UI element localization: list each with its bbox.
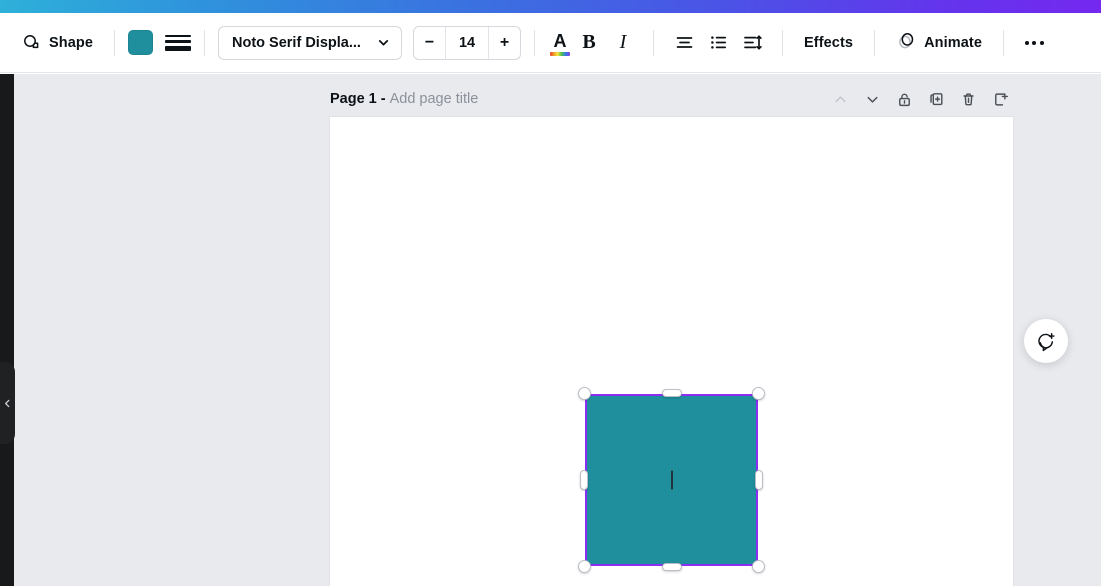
chevron-left-icon (5, 399, 10, 407)
shape-button-label: Shape (49, 34, 94, 51)
animate-button[interactable]: Animate (888, 26, 990, 60)
italic-button[interactable]: I (606, 26, 640, 60)
animate-button-label: Animate (924, 34, 982, 51)
page-title-area[interactable]: Page 1 - Add page title (330, 91, 478, 107)
page-number-label: Page 1 (330, 91, 377, 107)
effects-button-label: Effects (804, 34, 854, 51)
text-color-letter: A (553, 30, 567, 51)
toolbar-divider-6 (874, 29, 876, 56)
page-title-input[interactable]: Add page title (390, 91, 479, 107)
toolbar-divider-7 (1003, 29, 1004, 56)
resize-handle-bottom-right[interactable] (752, 560, 765, 573)
text-color-button[interactable]: A (548, 30, 572, 56)
fill-color-swatch[interactable] (128, 30, 154, 55)
text-color-rainbow-bar (550, 51, 571, 56)
lock-page-icon[interactable] (891, 86, 917, 112)
editor-canvas-area: Page 1 - Add page title (0, 74, 1101, 586)
fill-and-border-group (128, 30, 192, 55)
move-page-up-icon[interactable] (827, 86, 853, 112)
add-comment-icon (1037, 332, 1055, 351)
shape-toolbar: Shape Noto Serif Displa... − 14 + A B I … (0, 13, 1101, 73)
toolbar-divider-2 (204, 29, 206, 56)
left-side-panel-rail (0, 74, 14, 586)
duplicate-page-icon[interactable] (923, 86, 949, 112)
add-page-icon[interactable] (987, 86, 1013, 112)
resize-handle-top-center[interactable] (661, 389, 682, 397)
font-family-value: Noto Serif Displa... (232, 34, 361, 51)
shape-button[interactable]: Shape (14, 26, 101, 60)
resize-handle-middle-left[interactable] (580, 470, 588, 490)
toolbar-divider-4 (653, 29, 655, 56)
effects-button[interactable]: Effects (796, 26, 861, 60)
font-size-decrease-button[interactable]: − (414, 27, 445, 59)
resize-handle-bottom-left[interactable] (578, 560, 591, 573)
shape-icon (22, 33, 42, 53)
font-family-select[interactable]: Noto Serif Displa... (218, 25, 403, 60)
resize-handle-bottom-center[interactable] (661, 563, 682, 571)
toolbar-divider-5 (782, 29, 784, 56)
teal-square-shape[interactable] (585, 394, 758, 566)
selected-shape-group (578, 387, 765, 573)
delete-page-icon[interactable] (955, 86, 981, 112)
toolbar-divider-1 (114, 29, 116, 56)
add-comment-button[interactable] (1024, 319, 1068, 363)
resize-handle-middle-right[interactable] (755, 470, 763, 490)
border-weight-icon[interactable] (165, 33, 192, 53)
collapse-side-panel-button[interactable] (0, 362, 15, 444)
more-options-icon[interactable] (1017, 26, 1051, 60)
chevron-down-icon (378, 40, 389, 46)
line-spacing-icon (743, 35, 762, 50)
font-size-input[interactable]: 14 (445, 26, 490, 59)
page-actions (827, 86, 1013, 112)
text-cursor (670, 470, 673, 490)
toolbar-divider-3 (534, 29, 536, 56)
bulleted-list-button[interactable] (701, 26, 735, 60)
resize-handle-top-left[interactable] (578, 387, 591, 400)
canva-editor-window: Shape Noto Serif Displa... − 14 + A B I … (0, 0, 1101, 586)
line-spacing-button[interactable] (735, 26, 769, 60)
bulleted-list-icon (710, 36, 726, 49)
move-page-down-icon[interactable] (859, 86, 885, 112)
resize-handle-top-right[interactable] (752, 387, 765, 400)
align-center-icon (676, 37, 692, 48)
page-header: Page 1 - Add page title (330, 86, 1013, 112)
animate-icon (896, 30, 917, 56)
top-gradient-bar (0, 0, 1101, 13)
page-title-separator: - (380, 91, 386, 107)
bold-button[interactable]: B (572, 26, 606, 60)
font-size-stepper: − 14 + (413, 25, 522, 60)
font-size-increase-button[interactable]: + (489, 27, 520, 59)
text-align-button[interactable] (667, 26, 701, 60)
